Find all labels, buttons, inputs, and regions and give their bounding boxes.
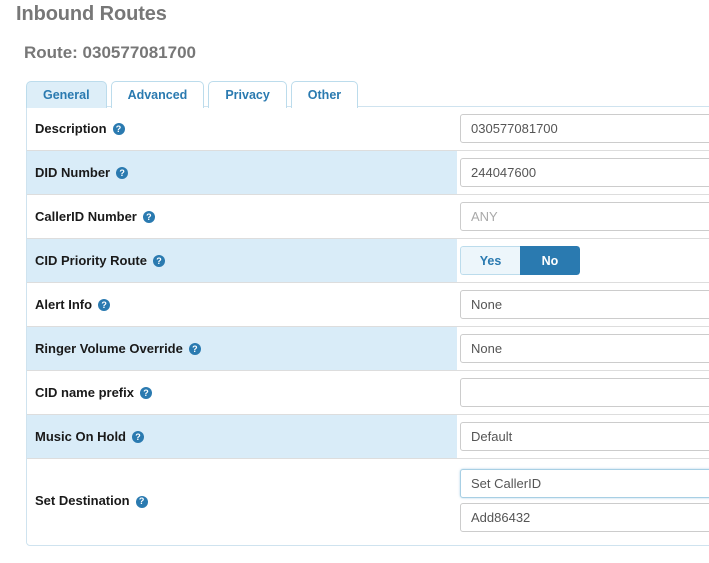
field-label: CID Priority Route [35,252,147,268]
select-input[interactable]: None [460,290,709,319]
field-label-cell: Set Destination? [27,459,457,543]
field-control-cell: 030577081700 [457,107,709,150]
help-icon[interactable]: ? [98,299,111,312]
field-label-cell: DID Number? [27,151,457,194]
field-label: Ringer Volume Override [35,340,183,356]
text-input[interactable] [460,378,709,407]
field-control-cell: Default [457,415,709,458]
destination-type-select[interactable]: Set CallerID [460,469,709,498]
help-icon[interactable]: ? [139,387,152,400]
field-control-cell: ANY [457,195,709,238]
form-row: Music On Hold? Default [27,415,709,459]
field-label-cell: Ringer Volume Override? [27,327,457,370]
help-icon[interactable]: ? [116,167,129,180]
help-icon[interactable]: ? [135,495,148,508]
help-icon[interactable]: ? [132,431,144,444]
field-label: CID name prefix [35,384,134,400]
help-icon[interactable]: ? [152,255,165,268]
field-label-cell: Music On Hold? [27,415,457,458]
destination-target-select[interactable]: Add86432 [460,503,709,532]
form-row: Alert Info? None [27,283,709,327]
form-row: Set Destination? Set CallerID Add86432 [27,459,709,543]
text-input[interactable]: 030577081700 [460,114,709,143]
form-row: CallerID Number? ANY [27,195,709,239]
field-label-cell: Alert Info? [27,283,457,326]
toggle-option-no[interactable]: No [520,246,580,275]
field-label-cell: Description? [27,107,457,150]
form-row: CID Priority Route? Yes No [27,239,709,283]
form-row: Ringer Volume Override? None [27,327,709,371]
text-input[interactable]: 244047600 [460,158,709,187]
field-control-cell: Set CallerID Add86432 [457,459,709,543]
yes-no-toggle: Yes No [460,246,580,275]
field-control-cell: None [457,283,709,326]
field-label: Set Destination [35,493,130,508]
help-icon[interactable]: ? [112,123,125,136]
field-control-cell: 244047600 [457,151,709,194]
field-label-cell: CID name prefix? [27,371,457,414]
text-input[interactable]: ANY [460,202,709,231]
form-row: Description? 030577081700 [27,107,709,151]
help-icon[interactable]: ? [188,343,201,356]
field-label-cell: CallerID Number? [27,195,457,238]
help-icon[interactable]: ? [142,211,155,224]
tab-general[interactable]: General [26,81,107,108]
tab-bar: General Advanced Privacy Other [26,80,359,108]
field-label: CallerID Number [35,208,137,224]
general-tab-panel: Description? 030577081700 DID Number? 24404… [26,106,709,546]
field-label: Alert Info [35,296,93,312]
toggle-option-yes[interactable]: Yes [460,246,520,275]
tab-other[interactable]: Other [290,81,359,108]
tab-privacy[interactable]: Privacy [208,81,287,108]
field-label: Description [35,120,107,136]
field-label-cell: CID Priority Route? [27,239,457,282]
page-title: Inbound Routes [16,3,167,25]
settings-form: Description? 030577081700 DID Number? 24404… [27,107,709,543]
inbound-routes-page: Inbound Routes Route: 030577081700 Gener… [0,0,709,563]
field-control-cell: None [457,327,709,370]
select-input[interactable]: Default [460,422,709,451]
field-control-cell [457,371,709,414]
field-label: DID Number [35,164,111,180]
field-control-cell: Yes No [457,239,709,282]
select-input[interactable]: None [460,334,709,363]
field-label: Music On Hold [35,428,126,444]
route-subtitle: Route: 030577081700 [24,43,197,62]
form-row: DID Number? 244047600 [27,151,709,195]
form-row: CID name prefix? [27,371,709,415]
tab-advanced[interactable]: Advanced [110,81,205,108]
